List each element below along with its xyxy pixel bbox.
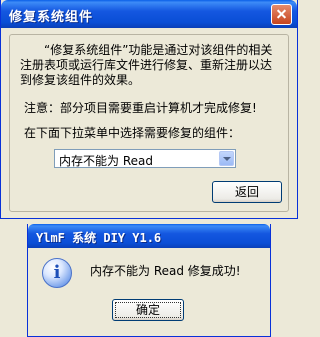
message-titlebar[interactable]: YlmF 系统 DIY Y1.6 [28,224,270,248]
back-button[interactable]: 返回 [212,181,282,203]
restart-note: 注意：部分项目需要重启计算机才完成修复! [24,101,257,115]
success-message-box: YlmF 系统 DIY Y1.6 i 内存不能为 Read 修复成功! 确定 [27,224,271,337]
ok-button[interactable]: 确定 [112,299,184,321]
main-window-title: 修复系统组件 [9,10,94,25]
close-icon[interactable] [271,4,292,25]
description-text: “修复系统组件”功能是通过对该组件的相关注册表项或运行库文件进行修复、重新注册以… [20,43,273,87]
component-select-value: 内存不能为 Read [59,154,153,168]
message-box-title: YlmF 系统 DIY Y1.6 [36,231,162,245]
content-group: “修复系统组件”功能是通过对该组件的相关注册表项或运行库文件进行修复、重新注册以… [9,34,289,212]
select-instruction: 在下面下拉菜单中选择需要修复的组件： [24,126,241,140]
repair-components-window: 修复系统组件 “修复系统组件”功能是通过对该组件的相关注册表项或运行库文件进行修… [0,0,298,219]
message-text: 内存不能为 Read 修复成功! [90,264,241,278]
component-select[interactable]: 内存不能为 Read [54,149,236,168]
info-icon: i [42,258,72,288]
chevron-down-icon[interactable] [219,151,234,166]
main-titlebar[interactable]: 修复系统组件 [1,0,297,28]
